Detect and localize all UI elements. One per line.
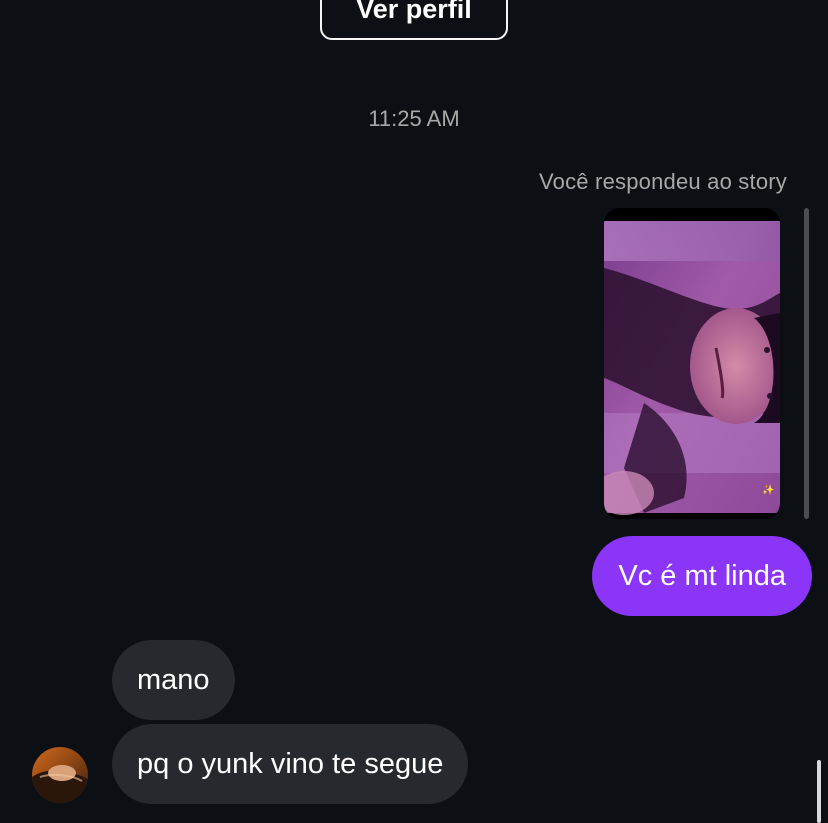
outgoing-message[interactable]: Vc é mt linda (592, 536, 812, 616)
avatar-image (32, 747, 88, 803)
incoming-message[interactable]: pq o yunk vino te segue (112, 724, 469, 804)
story-photo: ✨ (604, 208, 780, 519)
contact-avatar[interactable] (32, 747, 88, 803)
view-profile-label: Ver perfil (356, 0, 472, 24)
incoming-message-text: mano (137, 663, 210, 696)
thread-scrollbar[interactable] (817, 760, 821, 823)
view-profile-button[interactable]: Ver perfil (320, 0, 508, 40)
sparkle-icon: ✨ (762, 484, 774, 496)
story-thumbnail[interactable]: ✨ (604, 208, 780, 519)
message-timestamp: 11:25 AM (368, 106, 460, 131)
incoming-message-text: pq o yunk vino te segue (137, 747, 444, 780)
chat-screen: Ver perfil 11:25 AM Você respondeu ao st… (0, 0, 828, 823)
story-reply-label: Você respondeu ao story (539, 169, 787, 194)
media-scrollbar[interactable] (804, 208, 809, 519)
incoming-message[interactable]: mano (112, 640, 235, 720)
outgoing-message-text: Vc é mt linda (618, 559, 786, 592)
